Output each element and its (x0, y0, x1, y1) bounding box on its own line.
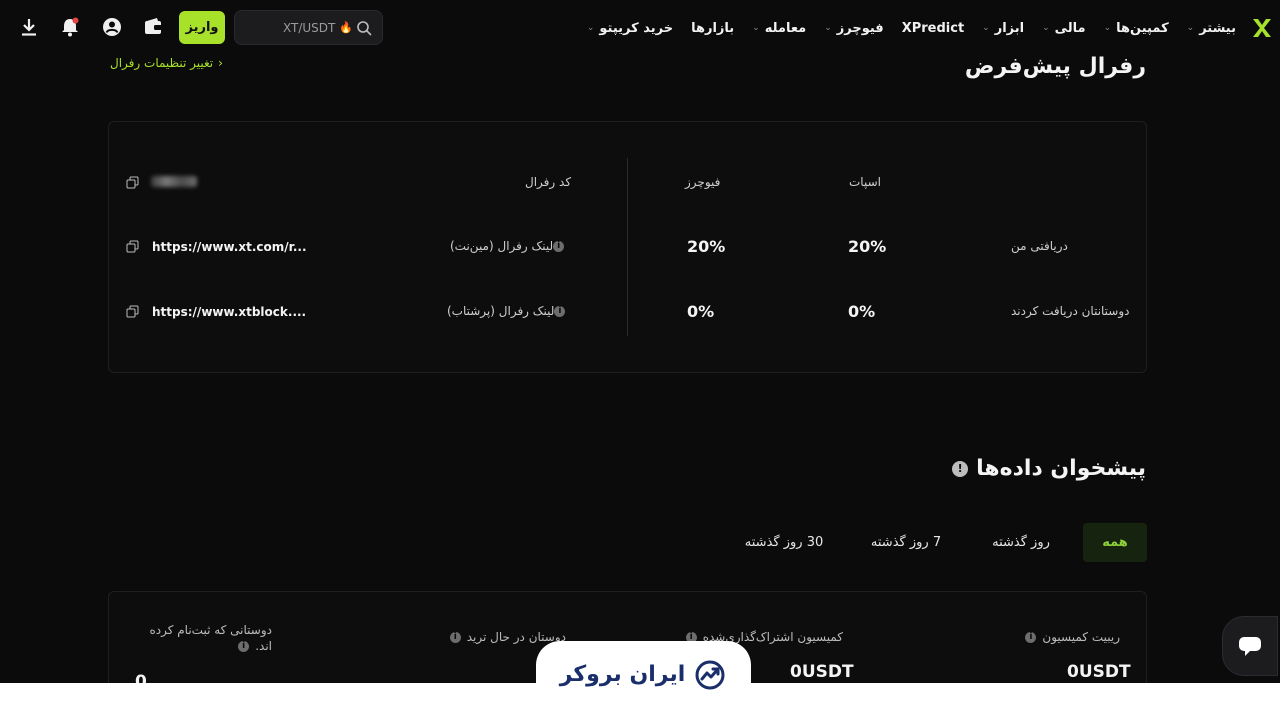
nav-label: ابزار (994, 20, 1025, 36)
nav-more[interactable]: بیشتر ⌄ (1187, 21, 1236, 36)
dashboard-title-text: پیشخوان داده‌ها (976, 456, 1146, 481)
nav-label: مالی (1054, 20, 1086, 36)
nav-label: بازارها (691, 20, 735, 36)
chevron-down-icon: ⌄ (982, 23, 990, 33)
download-icon[interactable] (18, 16, 40, 38)
header-referral-code: کد رفرال (525, 175, 572, 189)
nav-label: فیوچرز (836, 20, 884, 36)
header-futures: فیوچرز (685, 175, 721, 189)
nav-label: خرید کریپتو (599, 20, 674, 36)
chat-support-button[interactable] (1222, 616, 1278, 676)
stat-label-rebate: ریبیت کمیسیون i (1025, 630, 1120, 644)
nav-campaigns[interactable]: کمپین‌ها ⌄ (1104, 21, 1169, 36)
search-input[interactable]: 🔥 XT/USDT (234, 10, 383, 45)
nav-label: کمپین‌ها (1116, 20, 1169, 36)
change-referral-settings-link[interactable]: ‹ تغییر تنظیمات رفرال (110, 56, 223, 70)
stat-value-shared-commission: 0USDT (790, 662, 854, 682)
nav-xpredict[interactable]: XPredict (902, 21, 964, 36)
dashboard-title: پیشخوان داده‌ها ! (952, 456, 1146, 481)
stat-label-registered-friends: دوستانی که ثبت‌نام کرده اند.i (142, 622, 272, 654)
chat-bubble-icon (1239, 637, 1261, 656)
stat-label-trading-friends: دوستان در حال تریدi (449, 630, 566, 644)
backup-link-label: iلینک رفرال (پرشتاب) (447, 304, 571, 318)
tab-last-30-days[interactable]: 30 روز گذشته (744, 523, 824, 562)
header-spot: اسپات (849, 175, 881, 189)
exclamation-icon[interactable]: ! (952, 460, 969, 477)
mainnet-link-url: https://www.xt.com/r... (152, 240, 307, 254)
main-nav: خرید کریپتو ⌄ بازارها معامله ⌄ فیوچرز ⌄ XPr… (587, 0, 1236, 56)
info-icon[interactable]: i (1025, 632, 1037, 643)
nav-label: معامله (764, 20, 807, 36)
xt-logo-icon[interactable] (1250, 16, 1274, 40)
nav-label: بیشتر (1199, 20, 1236, 36)
watermark-text: ایران بروکر (559, 662, 686, 687)
info-icon[interactable]: i (553, 241, 565, 252)
referral-code-value (151, 176, 197, 187)
page-title: رفرال پیش‌فرض (964, 54, 1146, 79)
nav-trade[interactable]: معامله ⌄ (752, 21, 806, 36)
backup-link-url: https://www.xtblock.... (152, 305, 307, 319)
chevron-down-icon: ⌄ (1042, 23, 1050, 33)
trend-logo-icon (695, 660, 725, 689)
nav-tools[interactable]: ابزار ⌄ (982, 21, 1024, 36)
chevron-left-icon: ‹ (218, 56, 223, 70)
mine-futures-value: 20% (687, 237, 726, 256)
copy-icon[interactable] (126, 305, 139, 318)
tab-last-7-days[interactable]: 7 روز گذشته (870, 523, 942, 562)
fire-icon: 🔥 (339, 21, 353, 34)
info-icon[interactable]: i (554, 306, 566, 317)
tab-all[interactable]: همه (1083, 523, 1147, 562)
iranbroker-watermark: ایران بروکر (536, 641, 751, 708)
search-placeholder: XT/USDT (283, 21, 336, 35)
row-label-mine: دریافتی من (1011, 239, 1068, 253)
stat-value-rebate: 0USDT (1067, 662, 1131, 682)
mine-spot-value: 20% (848, 237, 887, 256)
chevron-down-icon: ⌄ (752, 23, 760, 33)
column-divider (627, 158, 628, 336)
copy-icon[interactable] (126, 176, 139, 189)
mainnet-link-text: لینک رفرال (مین‌نت) (450, 239, 554, 253)
nav-futures[interactable]: فیوچرز ⌄ (824, 21, 883, 36)
friends-spot-value: 0% (848, 302, 876, 321)
wallet-icon[interactable] (142, 16, 164, 38)
backup-link-text: لینک رفرال (پرشتاب) (447, 304, 555, 318)
nav-label: XPredict (901, 20, 965, 36)
chevron-down-icon: ⌄ (824, 23, 832, 33)
friends-futures-value: 0% (687, 302, 715, 321)
tab-last-day[interactable]: روز گذشته (990, 523, 1052, 562)
nav-finance[interactable]: مالی ⌄ (1042, 21, 1086, 36)
row-label-friends: دوستانتان دریافت کردند (1011, 304, 1130, 318)
copy-icon[interactable] (126, 240, 139, 253)
nav-buy-crypto[interactable]: خرید کریپتو ⌄ (587, 21, 673, 36)
stat-label-text: ریبیت کمیسیون (1042, 630, 1120, 644)
chevron-down-icon: ⌄ (1186, 23, 1195, 33)
change-link-label: تغییر تنظیمات رفرال (110, 56, 214, 70)
top-navigation-bar: خرید کریپتو ⌄ بازارها معامله ⌄ فیوچرز ⌄ XPr… (0, 0, 1280, 56)
stat-label-text: دوستانی که ثبت‌نام کرده اند. (149, 623, 272, 653)
account-icon[interactable] (101, 16, 123, 38)
info-icon[interactable]: i (449, 632, 461, 643)
deposit-button[interactable]: واریز (179, 11, 225, 44)
referral-card: اسپات فیوچرز کد رفرال دریافتی من 20% 20%… (108, 121, 1147, 373)
mainnet-link-label: iلینک رفرال (مین‌نت) (450, 239, 570, 253)
info-icon[interactable]: i (238, 641, 250, 652)
search-icon (357, 21, 372, 36)
nav-markets[interactable]: بازارها (691, 21, 734, 36)
chevron-down-icon: ⌄ (586, 23, 595, 33)
chevron-down-icon: ⌄ (1103, 23, 1112, 33)
notification-bell-icon[interactable] (59, 16, 81, 38)
